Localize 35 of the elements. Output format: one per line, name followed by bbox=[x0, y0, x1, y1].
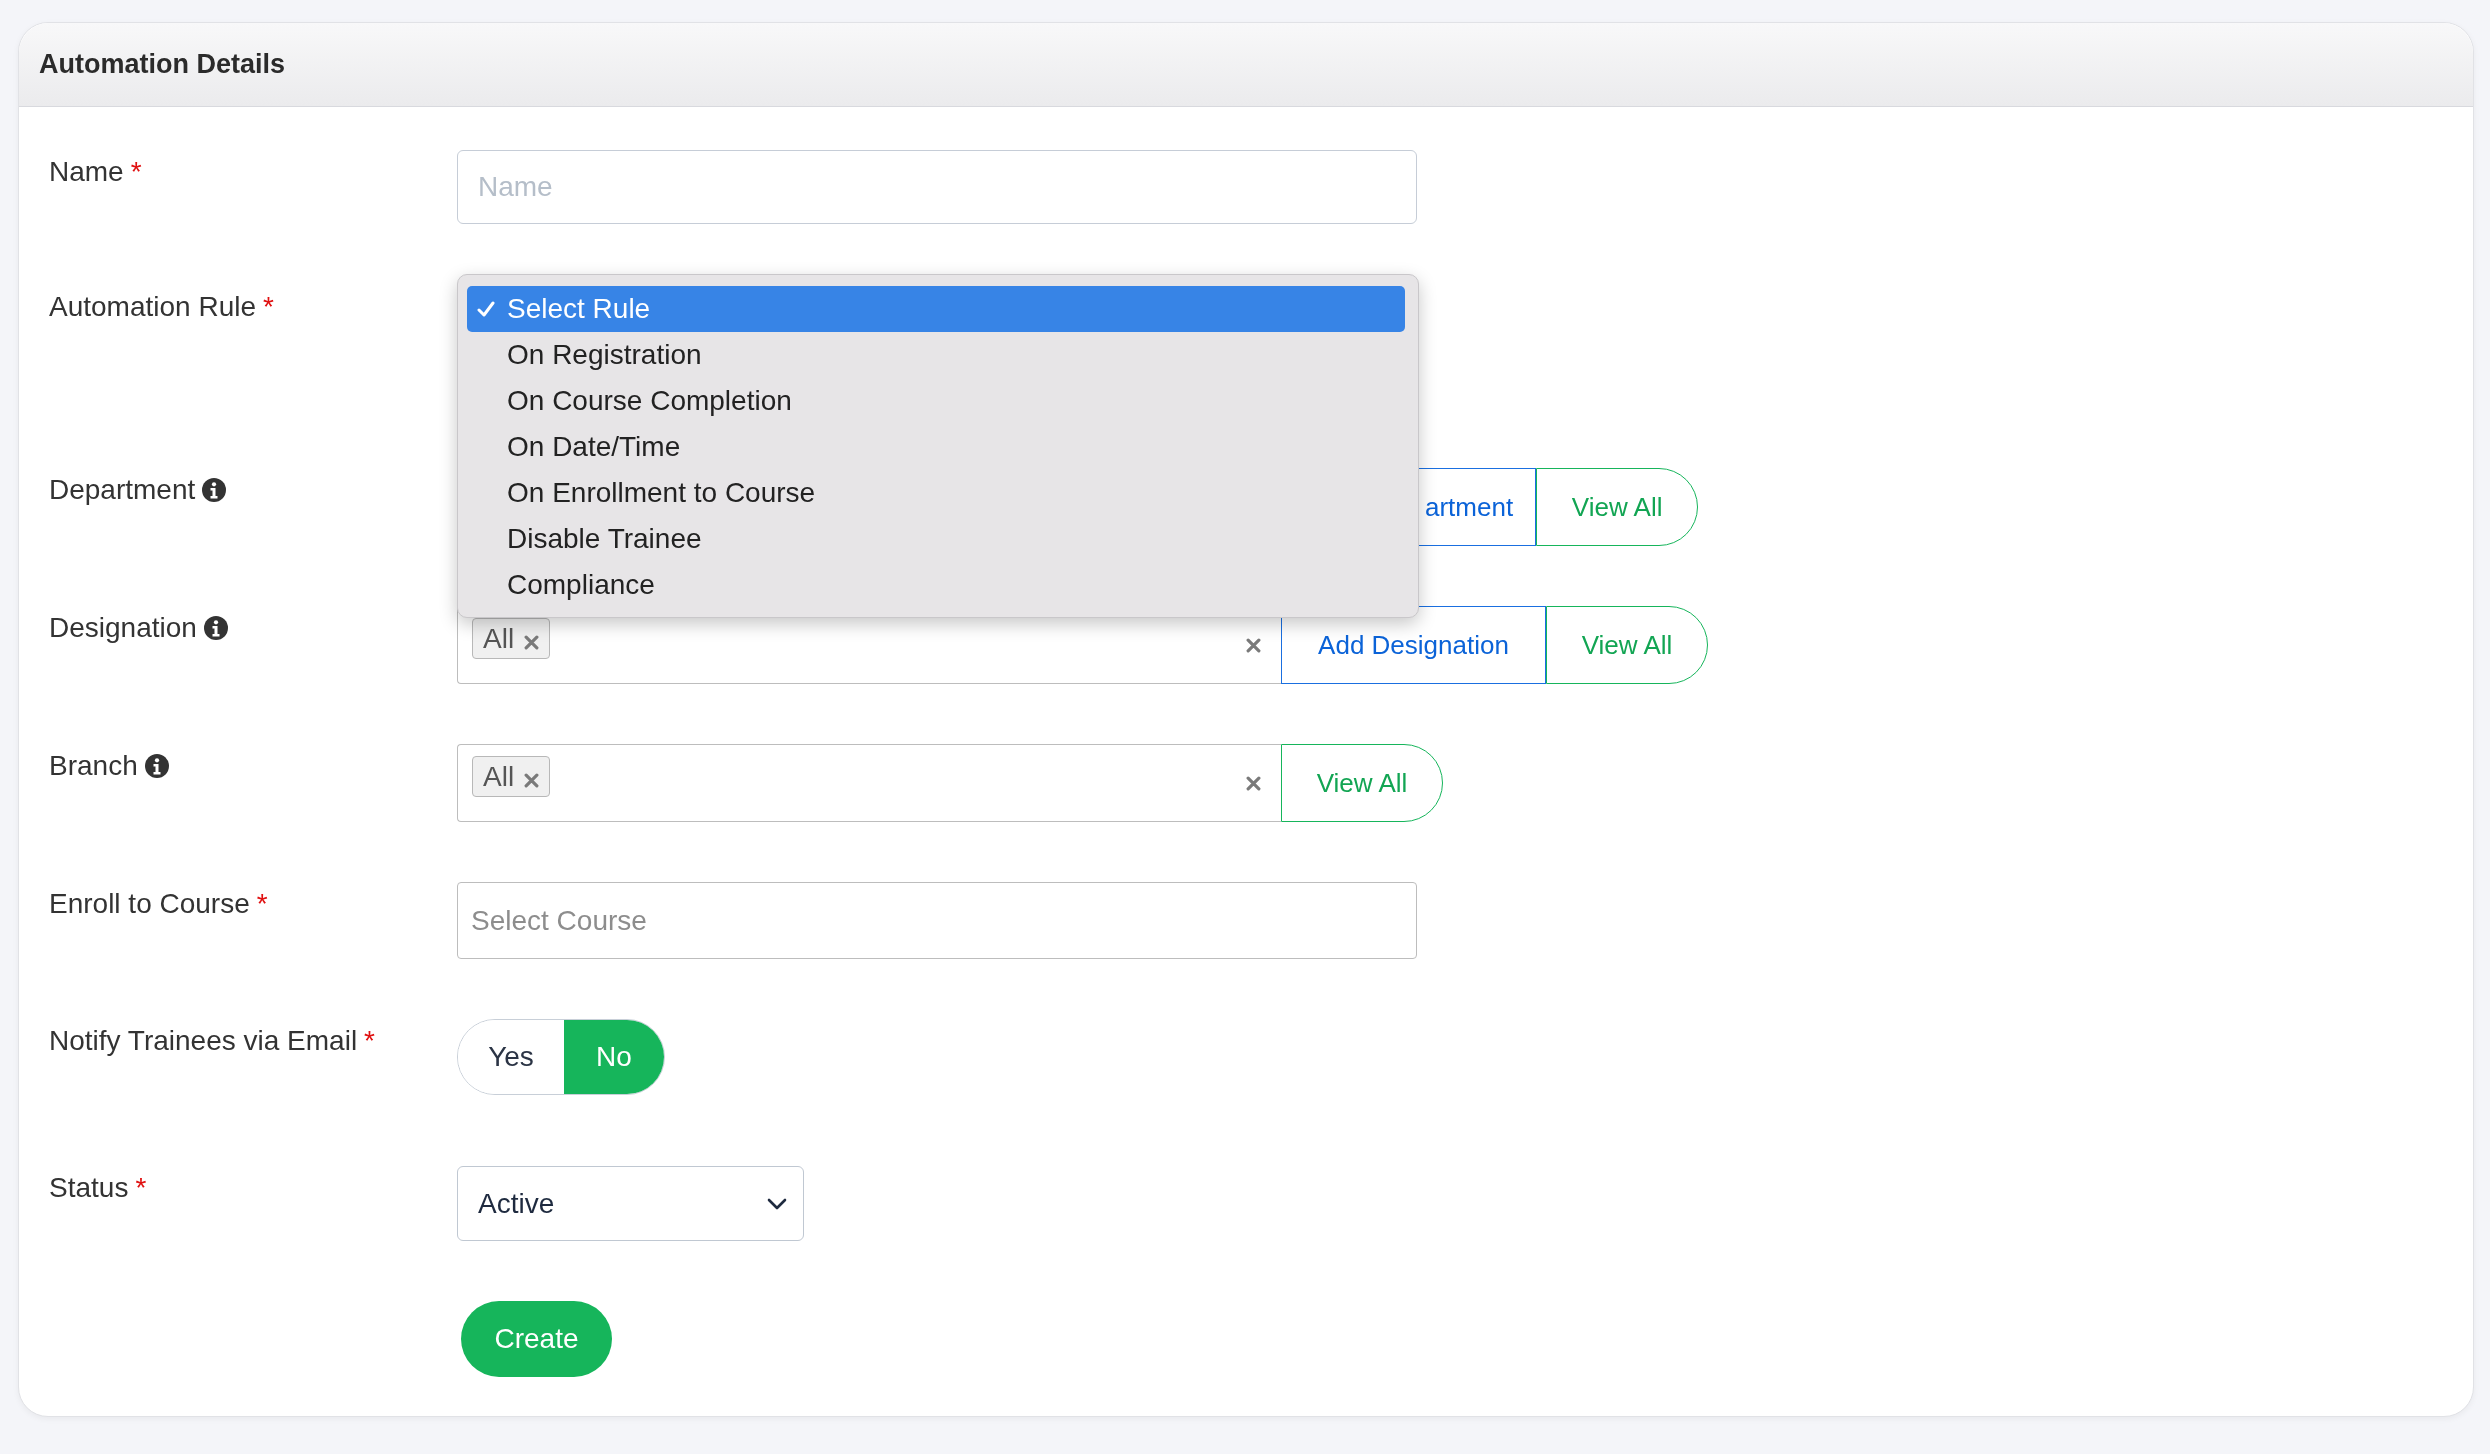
add-button[interactable]: artment bbox=[1419, 468, 1537, 546]
field-label: Branch bbox=[49, 749, 138, 783]
required-asterisk: * bbox=[256, 887, 268, 921]
tag-text: All bbox=[483, 622, 515, 656]
field-label: Automation Rule bbox=[49, 290, 256, 324]
select-field[interactable]: Select Course bbox=[457, 882, 1417, 959]
check-icon bbox=[477, 300, 495, 318]
close-icon[interactable] bbox=[524, 773, 540, 788]
dropdown-option[interactable]: On Enrollment to Course bbox=[467, 470, 1405, 516]
dropdown-option[interactable]: On Course Completion bbox=[467, 378, 1405, 424]
required-asterisk: * bbox=[364, 1024, 375, 1058]
clear-icon[interactable] bbox=[1246, 775, 1261, 791]
text-input[interactable]: Name bbox=[457, 150, 1417, 224]
dropdown-option[interactable]: On Registration bbox=[467, 332, 1405, 378]
dropdown-option[interactable]: On Date/Time bbox=[467, 424, 1405, 470]
required-asterisk: * bbox=[135, 1171, 147, 1205]
status-select[interactable]: Active bbox=[457, 1166, 804, 1241]
field-label: Name bbox=[49, 155, 124, 189]
clear-icon[interactable] bbox=[1246, 637, 1261, 653]
add-button[interactable]: Add Designation bbox=[1281, 606, 1546, 684]
field-label: Designation bbox=[49, 611, 197, 645]
multiselect-field[interactable]: All bbox=[457, 744, 1281, 822]
field-label: Notify Trainees via Email bbox=[49, 1024, 358, 1058]
field-label: Status bbox=[49, 1171, 129, 1205]
field-label: Enroll to Course bbox=[49, 887, 250, 921]
dropdown-option[interactable]: Compliance bbox=[467, 562, 1405, 608]
field-label: Department bbox=[49, 473, 196, 507]
required-asterisk: * bbox=[130, 155, 142, 189]
dropdown-option[interactable]: Disable Trainee bbox=[467, 516, 1405, 562]
dropdown-option[interactable]: Select Rule bbox=[467, 286, 1405, 332]
close-icon[interactable] bbox=[524, 635, 540, 650]
tag-text: All bbox=[483, 760, 515, 794]
card-title: Automation Details bbox=[39, 48, 286, 81]
chevron-down-icon bbox=[767, 1197, 787, 1210]
required-asterisk: * bbox=[263, 290, 274, 324]
